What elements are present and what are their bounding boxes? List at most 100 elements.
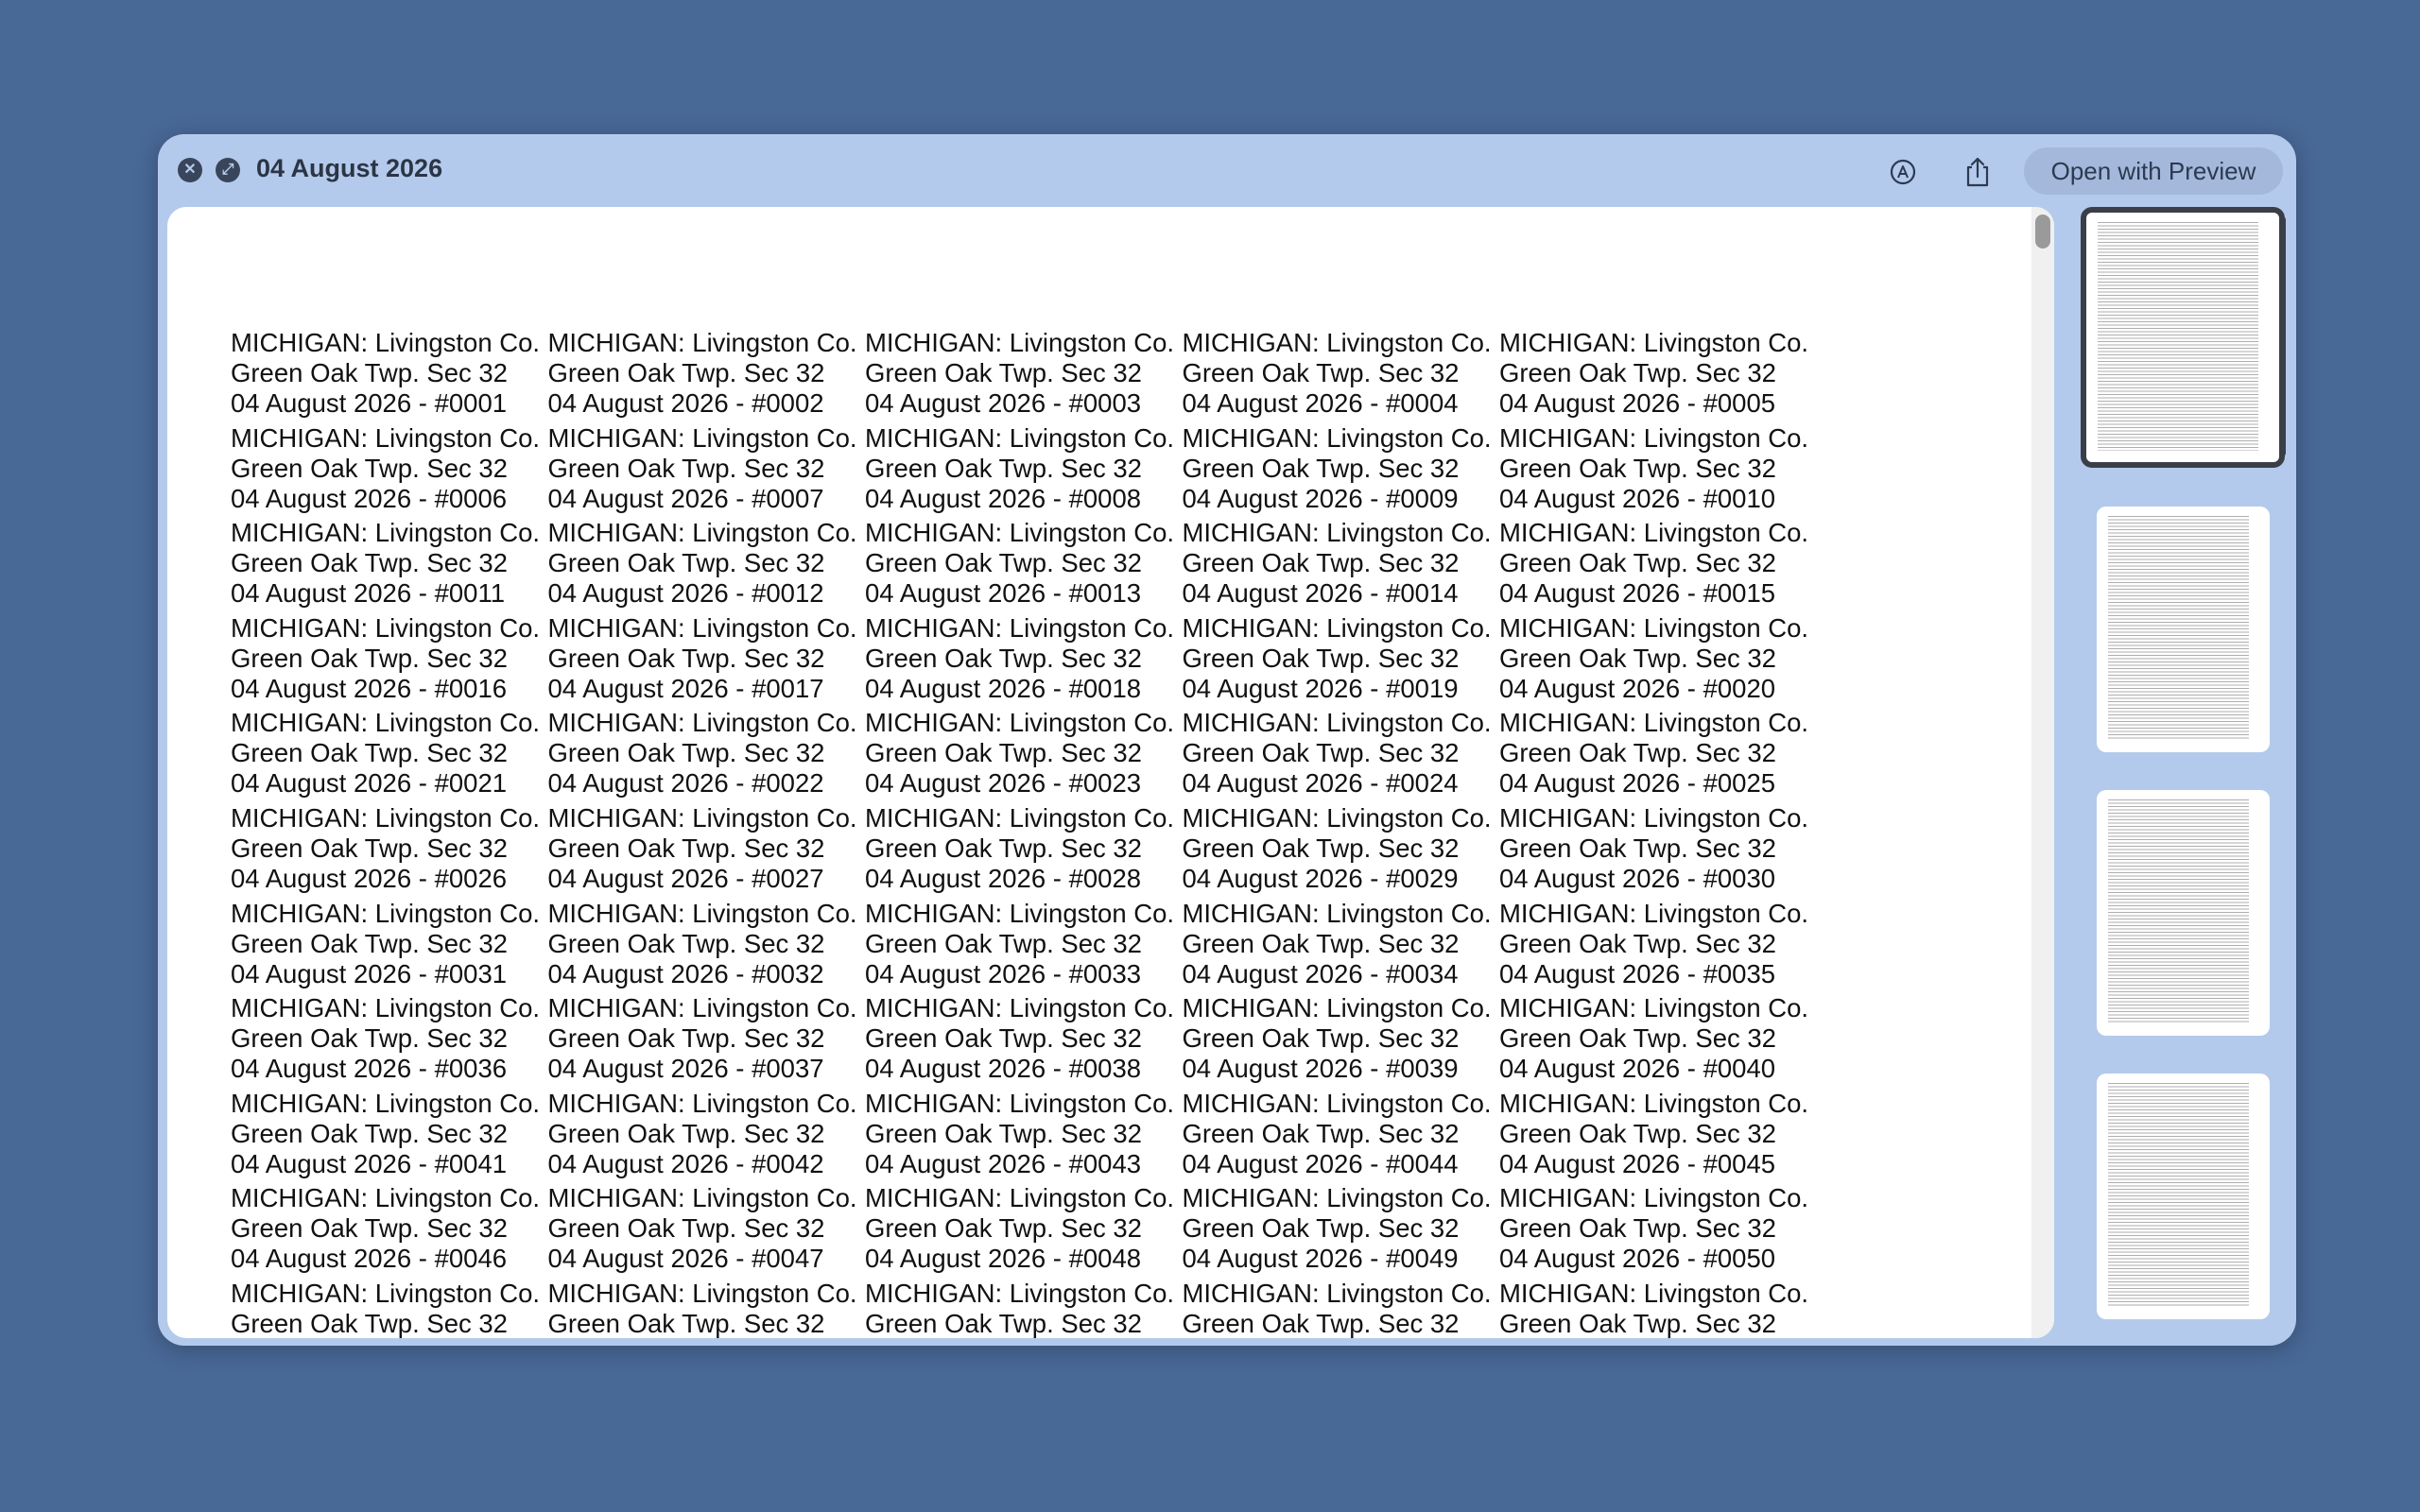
specimen-label: MICHIGAN: Livingston Co. Green Oak Twp. S… <box>865 1183 1183 1279</box>
label-date-number: 04 August 2026 - #0015 <box>1499 578 1776 609</box>
label-date-number: 04 August 2026 - #0002 <box>547 388 824 418</box>
label-date-number: 04 August 2026 - #0043 <box>865 1148 1142 1178</box>
label-date-number: 04 August 2026 - #0004 <box>1182 388 1459 418</box>
label-township: Green Oak Twp. Sec 32 <box>865 1213 1142 1244</box>
label-date-number: 04 August 2026 - #0049 <box>1182 1244 1459 1274</box>
label-date-number: 04 August 2026 - #0010 <box>1499 483 1776 513</box>
label-locality: MICHIGAN: Livingston Co. <box>1182 1183 1492 1213</box>
label-date-number: 04 August 2026 - #0040 <box>1499 1054 1776 1084</box>
label-township: Green Oak Twp. Sec 32 <box>865 833 1142 863</box>
specimen-label: MICHIGAN: Livingston Co. Green Oak Twp. S… <box>231 518 548 613</box>
label-locality: MICHIGAN: Livingston Co. <box>547 422 857 453</box>
label-township: Green Oak Twp. Sec 32 <box>865 643 1142 673</box>
specimen-label: MICHIGAN: Livingston Co. Green Oak Twp. S… <box>1183 518 1500 613</box>
label-date-number: 04 August 2026 - #0032 <box>547 958 824 988</box>
label-locality: MICHIGAN: Livingston Co. <box>1499 1183 1809 1213</box>
label-township: Green Oak Twp. Sec 32 <box>1182 1308 1460 1338</box>
close-button[interactable]: ✕ <box>178 158 202 182</box>
label-locality: MICHIGAN: Livingston Co. <box>1499 518 1809 548</box>
label-date-number: 04 August 2026 - #0038 <box>865 1054 1142 1084</box>
label-date-number: 04 August 2026 - #0019 <box>1182 673 1459 703</box>
specimen-label: MICHIGAN: Livingston Co. Green Oak Twp. S… <box>231 1183 548 1279</box>
specimen-label: MICHIGAN: Livingston Co. Green Oak Twp. S… <box>548 708 866 803</box>
fullscreen-button[interactable]: ⤢ <box>216 158 240 182</box>
label-township: Green Oak Twp. Sec 32 <box>1182 928 1460 958</box>
label-date-number: 04 August 2026 - #0024 <box>1182 768 1459 799</box>
label-locality: MICHIGAN: Livingston Co. <box>1182 993 1492 1023</box>
page-thumbnail[interactable] <box>2097 1074 2270 1319</box>
label-locality: MICHIGAN: Livingston Co. <box>865 328 1175 357</box>
label-township: Green Oak Twp. Sec 32 <box>1499 453 1776 483</box>
specimen-label: MICHIGAN: Livingston Co. Green Oak Twp. S… <box>548 328 866 423</box>
specimen-label: MICHIGAN: Livingston Co. Green Oak Twp. S… <box>548 518 866 613</box>
specimen-label: MICHIGAN: Livingston Co. Green Oak Twp. S… <box>865 708 1183 803</box>
label-date-number: 04 August 2026 - #0047 <box>547 1244 824 1274</box>
thumbnail-text-preview <box>2108 1083 2249 1308</box>
open-with-preview-button[interactable]: Open with Preview <box>2024 147 2283 195</box>
label-locality: MICHIGAN: Livingston Co. <box>1499 422 1809 453</box>
label-date-number: 04 August 2026 - #0023 <box>865 768 1142 799</box>
label-township: Green Oak Twp. Sec 32 <box>231 453 508 483</box>
label-locality: MICHIGAN: Livingston Co. <box>547 328 857 357</box>
label-township: Green Oak Twp. Sec 32 <box>231 1308 508 1338</box>
label-date-number: 04 August 2026 - #0001 <box>231 388 508 418</box>
label-locality: MICHIGAN: Livingston Co. <box>231 898 541 928</box>
label-township: Green Oak Twp. Sec 32 <box>1182 548 1460 578</box>
specimen-label: MICHIGAN: Livingston Co. Green Oak Twp. S… <box>865 328 1183 423</box>
specimen-label: MICHIGAN: Livingston Co. Green Oak Twp. S… <box>548 423 866 519</box>
label-date-number: 04 August 2026 - #0012 <box>547 578 824 609</box>
specimen-label: MICHIGAN: Livingston Co. Green Oak Twp. S… <box>548 899 866 994</box>
share-button[interactable] <box>1959 153 1996 191</box>
label-locality: MICHIGAN: Livingston Co. <box>547 802 857 833</box>
label-date-number: 04 August 2026 - #0034 <box>1182 958 1459 988</box>
label-locality: MICHIGAN: Livingston Co. <box>865 708 1175 738</box>
specimen-label: MICHIGAN: Livingston Co. Green Oak Twp. S… <box>231 423 548 519</box>
specimen-label: MICHIGAN: Livingston Co. Green Oak Twp. S… <box>231 1089 548 1184</box>
label-township: Green Oak Twp. Sec 32 <box>1182 1023 1460 1054</box>
markup-button[interactable] <box>1884 153 1922 191</box>
page-thumbnail-sidebar <box>2069 207 2287 1338</box>
page-thumbnail[interactable] <box>2097 790 2270 1036</box>
specimen-label: MICHIGAN: Livingston Co. Green Oak Twp. S… <box>231 708 548 803</box>
label-township: Green Oak Twp. Sec 32 <box>231 358 508 387</box>
label-date-number: 04 August 2026 - #0037 <box>547 1054 824 1084</box>
document-view[interactable]: MICHIGAN: Livingston Co. Green Oak Twp. S… <box>167 207 2054 1338</box>
label-locality: MICHIGAN: Livingston Co. <box>231 1183 541 1213</box>
label-date-number: 04 August 2026 - #0016 <box>231 673 508 703</box>
specimen-label: MICHIGAN: Livingston Co. Green Oak Twp. S… <box>231 1279 548 1338</box>
label-date-number: 04 August 2026 - #0031 <box>231 958 508 988</box>
label-date-number: 04 August 2026 - #0046 <box>231 1244 508 1274</box>
scrollbar-thumb[interactable] <box>2035 215 2050 249</box>
label-locality: MICHIGAN: Livingston Co. <box>1182 612 1492 643</box>
label-date-number: 04 August 2026 - #0017 <box>547 673 824 703</box>
specimen-label: MICHIGAN: Livingston Co. Green Oak Twp. S… <box>1183 328 1500 423</box>
label-locality: MICHIGAN: Livingston Co. <box>865 518 1175 548</box>
label-locality: MICHIGAN: Livingston Co. <box>231 1088 541 1118</box>
label-township: Green Oak Twp. Sec 32 <box>547 1118 825 1148</box>
specimen-label: MICHIGAN: Livingston Co. Green Oak Twp. S… <box>548 803 866 899</box>
label-locality: MICHIGAN: Livingston Co. <box>1499 1088 1809 1118</box>
label-locality: MICHIGAN: Livingston Co. <box>231 612 541 643</box>
label-township: Green Oak Twp. Sec 32 <box>1499 1308 1776 1338</box>
label-date-number: 04 August 2026 - #0050 <box>1499 1244 1776 1274</box>
specimen-label: MICHIGAN: Livingston Co. Green Oak Twp. S… <box>1499 518 1817 613</box>
label-locality: MICHIGAN: Livingston Co. <box>1499 612 1809 643</box>
specimen-label: MICHIGAN: Livingston Co. Green Oak Twp. S… <box>1183 708 1500 803</box>
specimen-label: MICHIGAN: Livingston Co. Green Oak Twp. S… <box>231 803 548 899</box>
page-thumbnail[interactable] <box>2081 207 2285 468</box>
specimen-label: MICHIGAN: Livingston Co. Green Oak Twp. S… <box>1499 899 1817 994</box>
label-locality: MICHIGAN: Livingston Co. <box>1499 328 1809 357</box>
document-scrollbar[interactable] <box>2031 207 2054 1338</box>
specimen-label: MICHIGAN: Livingston Co. Green Oak Twp. S… <box>1499 423 1817 519</box>
label-locality: MICHIGAN: Livingston Co. <box>865 802 1175 833</box>
label-locality: MICHIGAN: Livingston Co. <box>1499 993 1809 1023</box>
label-township: Green Oak Twp. Sec 32 <box>547 548 825 578</box>
specimen-label: MICHIGAN: Livingston Co. Green Oak Twp. S… <box>865 423 1183 519</box>
label-township: Green Oak Twp. Sec 32 <box>1499 1023 1776 1054</box>
label-township: Green Oak Twp. Sec 32 <box>865 1308 1142 1338</box>
specimen-label: MICHIGAN: Livingston Co. Green Oak Twp. S… <box>865 899 1183 994</box>
specimen-label: MICHIGAN: Livingston Co. Green Oak Twp. S… <box>1499 328 1817 423</box>
page-thumbnail[interactable] <box>2097 507 2270 752</box>
label-locality: MICHIGAN: Livingston Co. <box>231 328 541 357</box>
label-locality: MICHIGAN: Livingston Co. <box>1182 518 1492 548</box>
